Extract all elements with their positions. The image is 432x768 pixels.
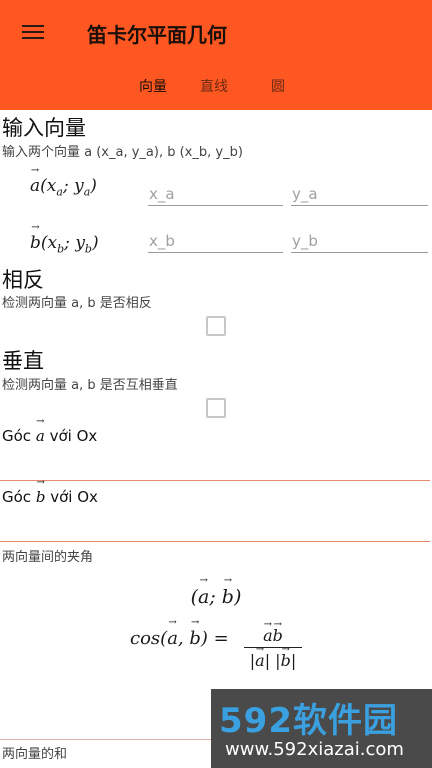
x-b-input[interactable] xyxy=(148,229,283,253)
input-section-subtitle: 输入两个向量 a (x_a, y_a), b (x_b, y_b) xyxy=(2,145,243,160)
watermark-url: www.592xiazai.com xyxy=(225,739,404,760)
y-b-input[interactable] xyxy=(291,229,428,253)
angle-a-output xyxy=(0,480,430,481)
x-a-input[interactable] xyxy=(148,182,283,206)
vector-b-label: b(xb; yb) xyxy=(30,222,99,255)
perpendicular-title: 垂直 xyxy=(2,349,44,373)
tab-vector[interactable]: 向量 xyxy=(139,76,167,96)
angle-between-label: 两向量间的夹角 xyxy=(2,550,94,565)
angle-a-label: Góc a với Ox xyxy=(2,416,97,445)
perpendicular-checkbox[interactable] xyxy=(206,398,226,418)
app-title: 笛卡尔平面几何 xyxy=(87,23,227,47)
sum-label: 两向量的和 xyxy=(2,747,68,762)
perpendicular-subtitle: 检测两向量 a, b 是否互相垂直 xyxy=(2,378,178,393)
cos-formula-lhs: cos(a, b) = xyxy=(130,617,229,649)
vector-a-label: a(xa; ya) xyxy=(30,165,97,198)
watermark: 592软件园 www.592xiazai.com xyxy=(211,689,432,768)
opposite-subtitle: 检测两向量 a, b 是否相反 xyxy=(2,296,152,311)
app-bar: 笛卡尔平面几何 向量 直线 圆 xyxy=(0,0,432,110)
angle-b-label: Góc b với Ox xyxy=(2,477,98,506)
tab-bar: 向量 直线 圆 xyxy=(0,72,432,100)
input-section-title: 输入向量 xyxy=(2,116,86,140)
tab-circle[interactable]: 圆 xyxy=(271,76,285,96)
watermark-logo: 592软件园 xyxy=(219,701,398,741)
opposite-title: 相反 xyxy=(2,268,44,292)
angle-notation: (a; b) xyxy=(0,575,432,608)
opposite-checkbox[interactable] xyxy=(206,316,226,336)
angle-b-output xyxy=(0,541,430,542)
tab-line[interactable]: 直线 xyxy=(200,76,228,96)
y-a-input[interactable] xyxy=(291,182,428,206)
menu-icon[interactable] xyxy=(22,24,46,40)
cos-formula-fraction: ab |a| |b| xyxy=(244,611,302,674)
